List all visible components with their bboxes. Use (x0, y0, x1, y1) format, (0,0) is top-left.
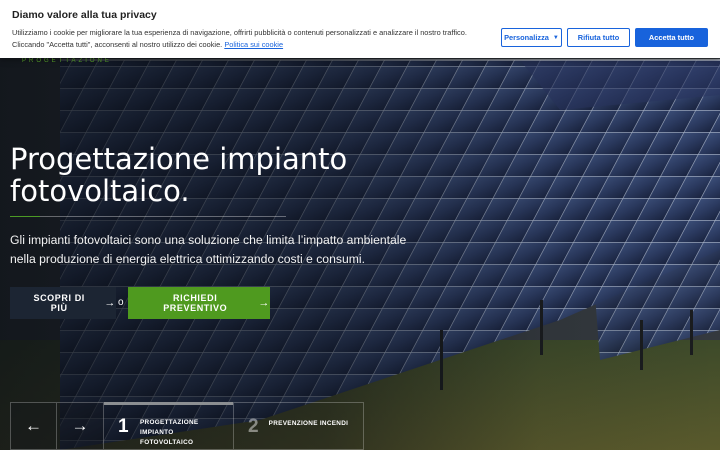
arrow-right-icon: → (258, 297, 270, 309)
chevron-down-icon: ▼ (552, 34, 559, 41)
customize-label: Personalizza (504, 33, 549, 42)
prev-slide-button[interactable]: ← (10, 402, 57, 450)
brand-tagline: PROGETTAZIONE (22, 58, 112, 64)
discover-more-button[interactable]: SCOPRI DI PIÙ → (10, 287, 116, 319)
hero-title: Progettazione impianto fotovoltaico. (10, 142, 348, 208)
accept-all-button[interactable]: Accetta tutto (635, 28, 708, 47)
title-divider (10, 216, 286, 217)
arrow-right-icon: → (71, 416, 89, 435)
arrow-right-icon: → (104, 297, 116, 309)
discover-more-label: SCOPRI DI PIÙ (33, 293, 85, 313)
hero-background (0, 0, 720, 450)
next-slide-button[interactable]: → (57, 402, 104, 450)
cookie-banner: Diamo valore alla tua privacy Utilizziam… (0, 0, 720, 58)
hero-overlay (0, 0, 720, 450)
slide-tab-2[interactable]: 2 PREVENZIONE INCENDI (234, 402, 364, 450)
request-quote-label: RICHIEDI PREVENTIVO (163, 293, 228, 313)
slide-tab-1[interactable]: 1 PROGETTAZIONE IMPIANTO FOTOVOLTAICO (104, 402, 234, 450)
hero-description: Gli impianti fotovoltaici sono una soluz… (10, 233, 407, 266)
reject-all-button[interactable]: Rifiuta tutto (567, 28, 630, 47)
request-quote-button[interactable]: RICHIEDI PREVENTIVO → (128, 287, 270, 319)
slide-label: PROGETTAZIONE IMPIANTO FOTOVOLTAICO (140, 419, 199, 446)
slide-label: PREVENZIONE INCENDI (268, 420, 349, 427)
cookie-policy-link[interactable]: Politica sui cookie (224, 40, 283, 49)
or-separator: o (118, 297, 124, 308)
arrow-left-icon: ← (25, 416, 42, 435)
slider-navigation: ← → 1 PROGETTAZIONE IMPIANTO FOTOVOLTAIC… (10, 402, 364, 450)
customize-button[interactable]: Personalizza ▼ (501, 28, 562, 47)
cookie-title: Diamo valore alla tua privacy (12, 9, 157, 21)
cookie-description: Utilizziamo i cookie per migliorare la t… (12, 27, 492, 51)
slide-number: 2 (248, 416, 259, 437)
slide-number: 1 (118, 416, 129, 437)
